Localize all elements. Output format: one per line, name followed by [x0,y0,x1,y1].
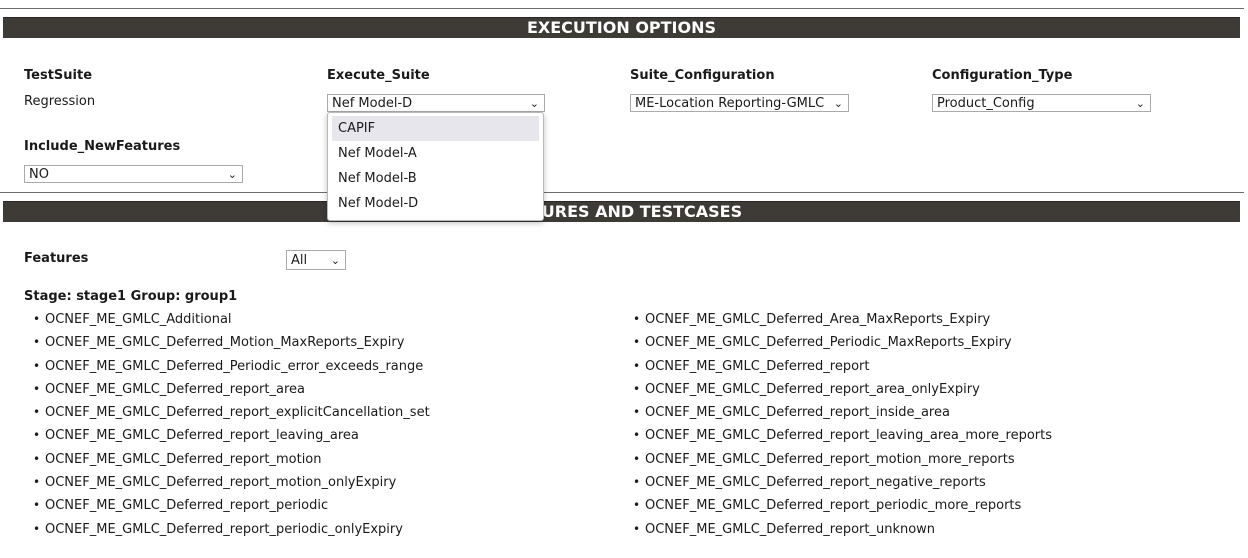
testcase-item[interactable]: OCNEF_ME_GMLC_Deferred_report_periodic_m… [633,494,1052,518]
chevron-down-icon: ⌄ [330,254,340,267]
include-newfeatures-selected: NO [29,167,49,182]
group-title: Stage: stage1 Group: group1 [24,289,238,304]
chevron-down-icon: ⌄ [833,97,843,110]
suite-configuration-selected: ME-Location Reporting-GMLC [635,96,825,111]
execute-suite-dropdown: CAPIF Nef Model-A Nef Model-B Nef Model-… [327,112,544,221]
testcase-item[interactable]: OCNEF_ME_GMLC_Deferred_report_motion [33,448,430,472]
testcase-item[interactable]: OCNEF_ME_GMLC_Deferred_report_periodic [33,494,430,518]
configuration-type-selected: Product_Config [937,96,1035,111]
testcase-item[interactable]: OCNEF_ME_GMLC_Deferred_report_area_onlyE… [633,378,1052,402]
testsuite-label: TestSuite [24,68,93,83]
chevron-down-icon: ⌄ [529,97,539,110]
features-header-fragment: TURES AND TESTCASES [530,202,743,221]
configuration-type-label: Configuration_Type [932,68,1073,83]
right-testcase-list: OCNEF_ME_GMLC_Deferred_Area_MaxReports_E… [633,308,1052,541]
testsuite-value: Regression [24,94,96,109]
testcase-item[interactable]: OCNEF_ME_GMLC_Deferred_Periodic_error_ex… [33,355,430,379]
testcase-item[interactable]: OCNEF_ME_GMLC_Deferred_report_inside_are… [633,401,1052,425]
testcase-item[interactable]: OCNEF_ME_GMLC_Deferred_report_leaving_ar… [633,424,1052,448]
include-newfeatures-select[interactable]: NO ⌄ [24,165,243,183]
dropdown-option-nef-model-d[interactable]: Nef Model-D [332,191,539,216]
execution-options-header: EXECUTION OPTIONS [3,17,1240,38]
top-divider [0,8,1244,9]
dropdown-option-capif[interactable]: CAPIF [332,116,539,141]
testcase-item[interactable]: OCNEF_ME_GMLC_Deferred_report_negative_r… [633,471,1052,495]
features-selected: All [291,253,308,268]
testcase-item[interactable]: OCNEF_ME_GMLC_Deferred_Periodic_MaxRepor… [633,331,1052,355]
section-divider [0,192,1244,193]
configuration-type-select[interactable]: Product_Config ⌄ [932,94,1151,112]
left-testcase-list: OCNEF_ME_GMLC_AdditionalOCNEF_ME_GMLC_De… [33,308,430,541]
testcase-item[interactable]: OCNEF_ME_GMLC_Additional [33,308,430,332]
chevron-down-icon: ⌄ [227,168,237,181]
testcase-item[interactable]: OCNEF_ME_GMLC_Deferred_report_unknown [633,518,1052,542]
execute-suite-label: Execute_Suite [327,68,430,83]
include-newfeatures-label: Include_NewFeatures [24,139,181,154]
features-testcases-header: SELTURES AND TESTCASES [3,201,1240,222]
dropdown-option-nef-model-b[interactable]: Nef Model-B [332,166,539,191]
chevron-down-icon: ⌄ [1135,97,1145,110]
features-header-text: SELTURES AND TESTCASES [3,202,1240,222]
testcase-item[interactable]: OCNEF_ME_GMLC_Deferred_Area_MaxReports_E… [633,308,1052,332]
suite-configuration-label: Suite_Configuration [630,68,775,83]
testcase-item[interactable]: OCNEF_ME_GMLC_Deferred_report [633,355,1052,379]
suite-configuration-select[interactable]: ME-Location Reporting-GMLC ⌄ [630,94,849,112]
testcase-item[interactable]: OCNEF_ME_GMLC_Deferred_report_area [33,378,430,402]
testcase-item[interactable]: OCNEF_ME_GMLC_Deferred_Motion_MaxReports… [33,331,430,355]
testcase-item[interactable]: OCNEF_ME_GMLC_Deferred_report_periodic_o… [33,518,430,542]
testcase-item[interactable]: OCNEF_ME_GMLC_Deferred_report_leaving_ar… [33,424,430,448]
testcase-item[interactable]: OCNEF_ME_GMLC_Deferred_report_explicitCa… [33,401,430,425]
execute-suite-selected: Nef Model-D [332,96,413,111]
features-label: Features [24,251,89,266]
testcase-item[interactable]: OCNEF_ME_GMLC_Deferred_report_motion_onl… [33,471,430,495]
dropdown-option-nef-model-a[interactable]: Nef Model-A [332,141,539,166]
execute-suite-select[interactable]: Nef Model-D ⌄ [327,94,545,112]
testcase-item[interactable]: OCNEF_ME_GMLC_Deferred_report_motion_mor… [633,448,1052,472]
features-select[interactable]: All ⌄ [286,250,346,270]
